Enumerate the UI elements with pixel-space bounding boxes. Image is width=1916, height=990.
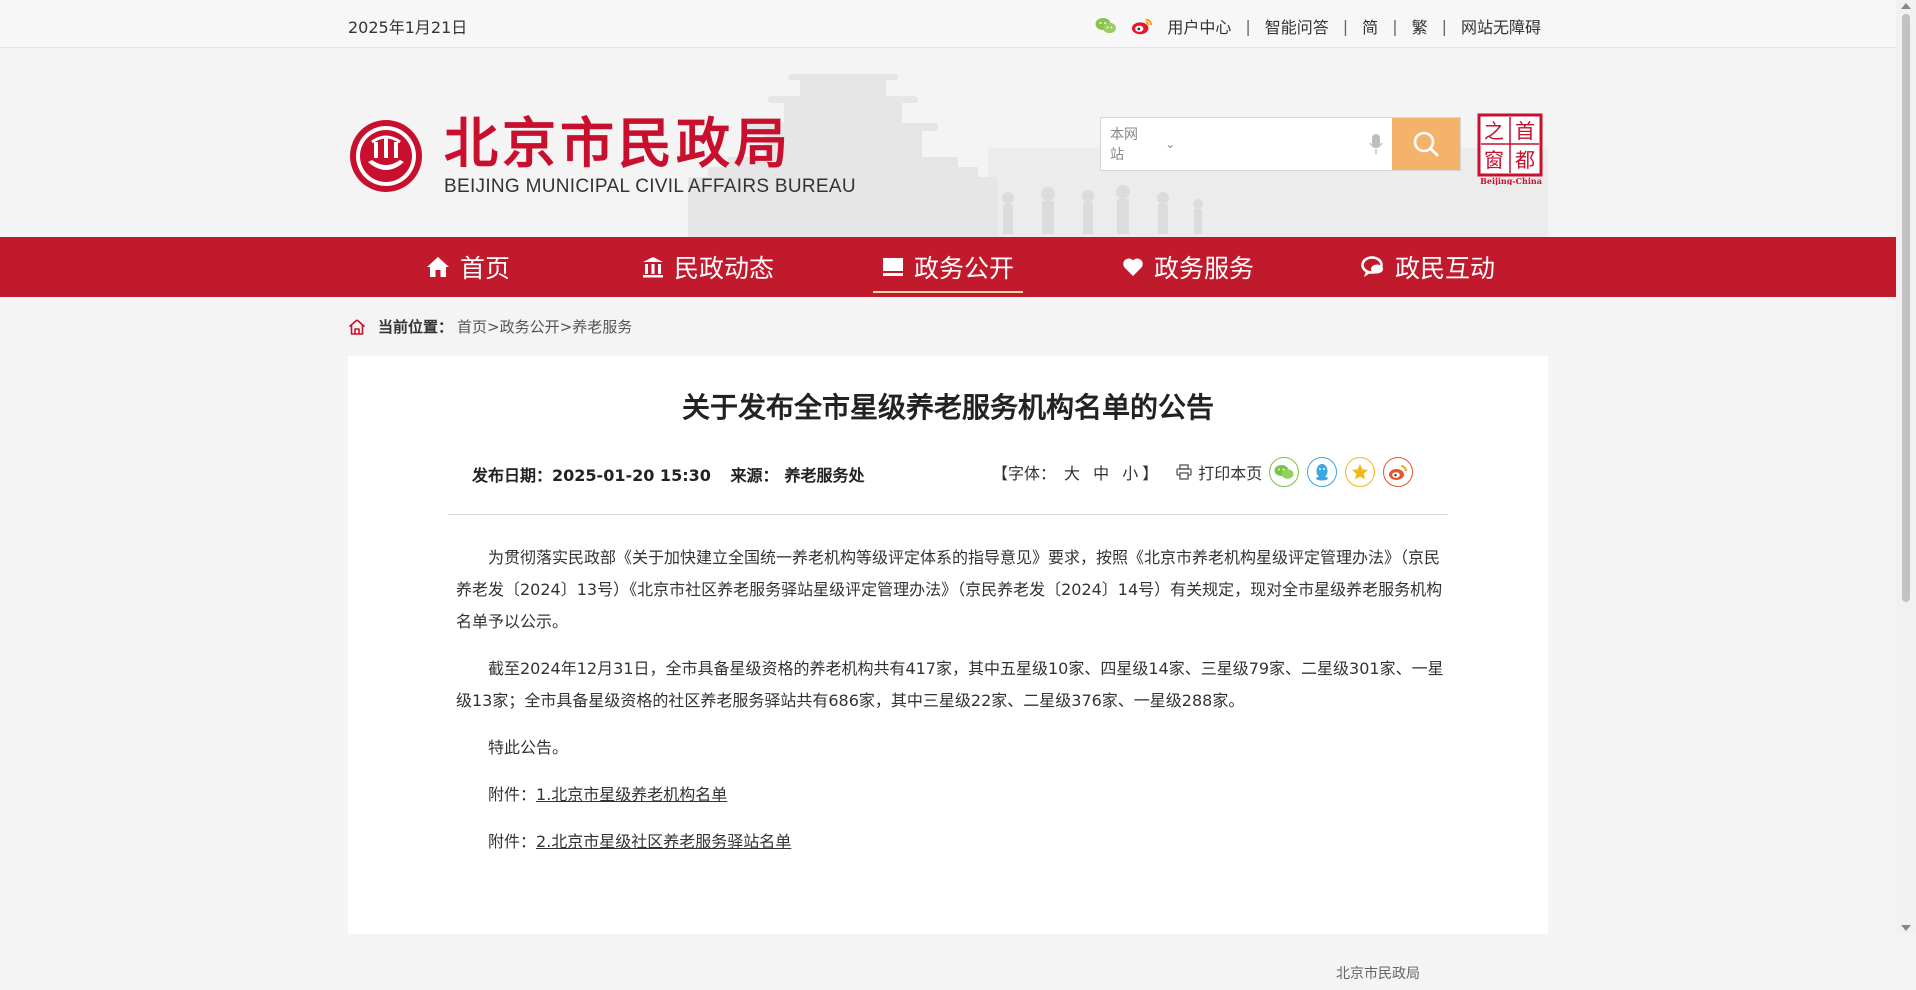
badge-caption: Beijing-China [1480, 176, 1542, 185]
weibo-share-icon[interactable] [1383, 457, 1413, 487]
font-size-label-end: 】 [1142, 464, 1159, 483]
search-icon [1413, 131, 1439, 157]
link-smart-qa[interactable]: 智能问答 [1265, 14, 1329, 38]
font-size-label: 【字体： [992, 464, 1057, 483]
article-paragraph: 截至2024年12月31日，全市具备星级资格的养老机构共有417家，其中五星级1… [456, 659, 1444, 710]
home-outline-icon[interactable] [348, 318, 366, 336]
nav-item-gov-services[interactable]: 政务服务 [1068, 237, 1308, 297]
publish-date: 2025-01-20 15:30 [552, 466, 711, 485]
print-button[interactable]: 打印本页 [1176, 460, 1262, 484]
chevron-down-icon: ⌄ [1165, 137, 1176, 151]
top-links: 用户中心 | 智能问答 | 简 | 繁 | 网站无障碍 [1095, 14, 1541, 38]
nav-item-interaction[interactable]: 政民互动 [1308, 237, 1548, 297]
breadcrumb-gov-affairs[interactable]: 政务公开 [500, 316, 560, 337]
source-value: 养老服务处 [784, 466, 865, 485]
microphone-icon[interactable] [1360, 118, 1392, 170]
home-icon [426, 256, 450, 278]
nav-item-gov-affairs[interactable]: 政务公开 [828, 237, 1068, 297]
article-paragraph: 为贯彻落实民政部《关于加快建立全国统一养老机构等级评定体系的指导意见》要求，按照… [456, 548, 1443, 631]
signature-partial: 北京市民政局 [1336, 966, 1420, 982]
civil-affairs-emblem [350, 120, 422, 192]
nav-label: 政务公开 [913, 254, 1014, 283]
printer-icon [1176, 464, 1192, 480]
nav-item-civil-news[interactable]: 民政动态 [588, 237, 828, 297]
search-scope-select[interactable]: 本网站 ⌄ [1101, 118, 1175, 170]
capital-window-badge[interactable]: 之 首 窗 都 Beijing-China [1477, 113, 1545, 186]
scroll-up-arrow-icon[interactable] [1901, 3, 1911, 9]
site-logo[interactable]: 北京市民政局 BEIJING MUNICIPAL CIVIL AFFAIRS B… [348, 114, 856, 198]
attachment-row: 附件：2.北京市星级社区养老服务驿站名单 [456, 826, 1444, 858]
qzone-share-icon[interactable] [1345, 457, 1375, 487]
wechat-share-icon[interactable] [1269, 457, 1299, 487]
nav-label: 政民互动 [1394, 254, 1495, 283]
article-title: 关于发布全市星级养老服务机构名单的公告 [681, 391, 1214, 424]
attachment-link[interactable]: 2.北京市星级社区养老服务驿站名单 [536, 832, 791, 851]
article-paragraph: 特此公告。 [488, 738, 569, 757]
nav-label: 首页 [459, 254, 510, 283]
breadcrumb-label: 当前位置： [378, 318, 454, 336]
current-date: 2025年1月21日 [348, 18, 468, 37]
breadcrumb-elderly-services[interactable]: 养老服务 [572, 316, 632, 337]
list-icon [882, 257, 904, 277]
separator: | [1245, 16, 1251, 36]
scroll-down-arrow-icon[interactable] [1901, 925, 1911, 931]
scrollbar-thumb[interactable] [1902, 14, 1910, 602]
site-header: 北京市民政局 BEIJING MUNICIPAL CIVIL AFFAIRS B… [0, 48, 1896, 237]
badge-char: 都 [1515, 148, 1535, 172]
breadcrumb-separator: > [559, 317, 573, 336]
article-panel: 关于发布全市星级养老服务机构名单的公告 发布日期：2025-01-20 15:3… [348, 356, 1548, 982]
breadcrumb-home[interactable]: 首页 [457, 316, 487, 337]
breadcrumb: 当前位置： 首页 > 政务公开 > 养老服务 [348, 316, 632, 337]
wechat-icon[interactable] [1095, 15, 1117, 37]
qq-share-icon[interactable] [1307, 457, 1337, 487]
link-traditional[interactable]: 繁 [1412, 14, 1428, 38]
article-tools: 【字体： 大 中 小 】 打印本页 [992, 460, 1262, 484]
attachment-row: 附件：1.北京市星级养老机构名单 [456, 779, 1444, 811]
search-button[interactable] [1392, 118, 1460, 170]
attachment-label: 附件： [488, 832, 537, 851]
nav-label: 民政动态 [673, 254, 774, 283]
page-scrollbar[interactable] [1896, 0, 1916, 934]
main-nav: 首页 民政动态 政务公开 政务服务 政民互动 [0, 237, 1896, 297]
article-meta: 发布日期：2025-01-20 15:30 来源： 养老服务处 [472, 462, 864, 486]
search-input[interactable] [1175, 118, 1361, 170]
attachment-label: 附件： [488, 785, 537, 804]
breadcrumb-separator: > [487, 317, 500, 336]
separator: | [1392, 16, 1398, 36]
attachment-link[interactable]: 1.北京市星级养老机构名单 [536, 785, 727, 804]
separator: | [1342, 16, 1349, 36]
nav-label: 政务服务 [1153, 254, 1254, 283]
weibo-icon[interactable] [1131, 15, 1153, 37]
meta-divider [448, 514, 1448, 515]
link-simplified[interactable]: 简 [1362, 14, 1378, 38]
badge-char: 窗 [1484, 148, 1504, 172]
badge-char: 之 [1484, 119, 1504, 143]
search-bar: 本网站 ⌄ [1100, 117, 1461, 171]
article-body: 为贯彻落实民政部《关于加快建立全国统一养老机构等级评定体系的指导意见》要求，按照… [456, 542, 1444, 982]
share-buttons [1269, 457, 1421, 487]
logo-english-name: BEIJING MUNICIPAL CIVIL AFFAIRS BUREAU [444, 176, 856, 197]
separator: | [1441, 16, 1447, 36]
chat-icon [1361, 256, 1385, 278]
top-utility-bar: 2025年1月21日 用户中心 | 智能问答 | 简 | 繁 | 网站无障碍 [0, 0, 1896, 48]
heart-icon [1122, 257, 1144, 277]
font-size-options[interactable]: 大 中 小 [1064, 460, 1142, 484]
date-label: 发布日期： [472, 466, 553, 485]
link-accessibility[interactable]: 网站无障碍 [1461, 14, 1541, 38]
link-user-center[interactable]: 用户中心 [1167, 14, 1231, 38]
search-scope-label: 本网站 [1110, 127, 1138, 163]
bank-icon [642, 256, 664, 278]
badge-char: 首 [1515, 119, 1535, 143]
logo-chinese-name: 北京市民政局 [444, 111, 792, 175]
source-label: 来源： [730, 466, 779, 485]
print-label: 打印本页 [1198, 464, 1263, 483]
nav-item-home[interactable]: 首页 [348, 237, 588, 297]
